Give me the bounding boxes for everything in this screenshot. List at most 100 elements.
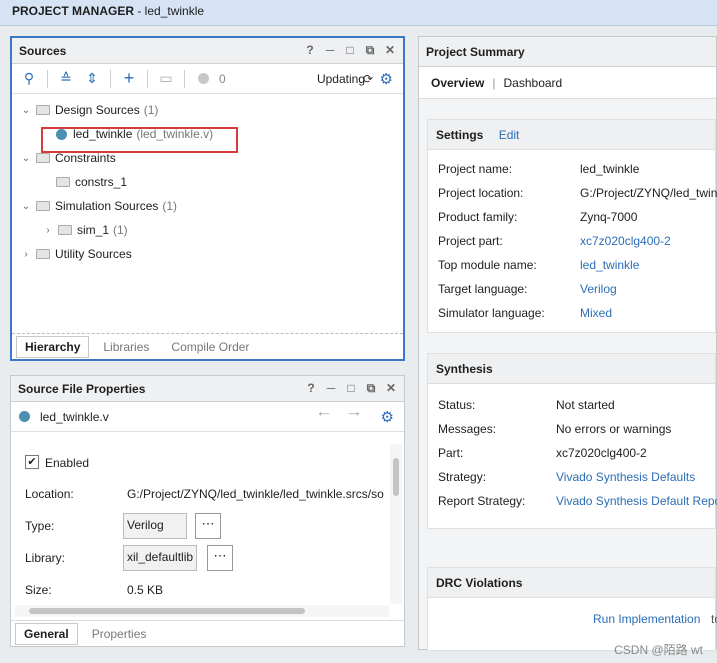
chevron-right-icon[interactable]: › (20, 249, 32, 260)
forward-arrow-icon[interactable]: 🠂 (348, 404, 360, 429)
drc-header: DRC Violations (428, 568, 715, 598)
horizontal-scrollbar-thumb[interactable] (29, 608, 305, 614)
tab-properties[interactable]: Properties (84, 624, 155, 644)
vertical-scrollbar[interactable] (390, 444, 402, 604)
synthesis-value: No errors or warnings (556, 422, 672, 436)
tree-item-count: (1) (143, 103, 159, 117)
minimize-icon[interactable]: ─ (324, 381, 338, 395)
refresh-icon[interactable]: ⟳ (363, 72, 373, 86)
sfp-header: Source File Properties ? ─ □ ⧉ ✕ (11, 376, 404, 402)
sfp-tabs: General Properties (11, 620, 404, 646)
chevron-down-icon[interactable]: ⌄ (20, 153, 32, 164)
summary-tabs: Overview | Dashboard (419, 67, 716, 99)
settings-section: Settings Edit Project name: led_twinkle … (427, 119, 717, 333)
tree-item-label: sim_1 (77, 223, 110, 237)
sources-header: Sources ? ─ □ ⧉ ✕ (12, 38, 403, 64)
settings-key: Project name: (438, 162, 513, 176)
minimize-icon[interactable]: ─ (323, 43, 337, 57)
settings-value: led_twinkle (580, 162, 640, 176)
library-field[interactable]: xil_defaultlib (123, 545, 197, 571)
tab-overview[interactable]: Overview (431, 76, 484, 90)
folder-icon (36, 249, 50, 259)
tree-item-label: constrs_1 (75, 175, 128, 189)
tab-dashboard[interactable]: Dashboard (504, 76, 563, 90)
tab-separator: | (492, 75, 496, 90)
synthesis-strategy-link[interactable]: Vivado Synthesis Defaults (556, 470, 695, 484)
window-title-bold: PROJECT MANAGER (12, 4, 135, 18)
drc-title: DRC Violations (436, 576, 523, 590)
tab-hierarchy[interactable]: Hierarchy (16, 335, 90, 358)
close-icon[interactable]: ✕ (383, 43, 397, 57)
library-browse-button[interactable]: ⋯ (207, 545, 233, 571)
synthesis-key: Strategy: (438, 470, 487, 484)
chevron-right-icon[interactable]: › (42, 225, 54, 236)
synthesis-value: xc7z020clg400-2 (556, 446, 647, 460)
restore-icon[interactable]: ⧉ (363, 43, 377, 57)
report-strategy-link[interactable]: Vivado Synthesis Default Reports (556, 494, 717, 508)
status-count: 0 (219, 71, 226, 86)
maximize-icon[interactable]: □ (344, 381, 358, 395)
restore-icon[interactable]: ⧉ (364, 381, 378, 395)
back-arrow-icon[interactable]: 🠀 (318, 404, 330, 429)
expand-all-icon[interactable]: ⇕ (81, 68, 103, 90)
tab-general[interactable]: General (15, 622, 78, 645)
folder-icon (58, 225, 72, 235)
run-implementation-link[interactable]: Run Implementation (593, 612, 700, 626)
settings-gear-icon[interactable]: ⚙ (381, 408, 394, 426)
unknown-file-icon[interactable]: ▭ (155, 68, 177, 90)
add-sources-icon[interactable]: + (118, 68, 140, 90)
tree-item-design-sources[interactable]: ⌄ Design Sources (1) (12, 98, 403, 122)
settings-header: Settings Edit (428, 120, 715, 150)
updating-label: Updating (316, 71, 365, 86)
chevron-down-icon[interactable]: ⌄ (20, 105, 32, 116)
settings-value: G:/Project/ZYNQ/led_twinkle (580, 186, 717, 200)
chevron-down-icon[interactable]: ⌄ (20, 201, 32, 212)
tree-item-constrs-1[interactable]: constrs_1 (12, 170, 403, 194)
summary-header: Project Summary (419, 37, 716, 67)
location-label: Location: (25, 487, 74, 501)
top-module-link[interactable]: led_twinkle (580, 258, 639, 272)
simulator-language-link[interactable]: Mixed (580, 306, 612, 320)
vertical-scrollbar-thumb[interactable] (393, 458, 399, 496)
synthesis-key: Part: (438, 446, 464, 460)
collapse-all-icon[interactable]: ≙ (55, 68, 77, 90)
tree-item-utility-sources[interactable]: › Utility Sources (12, 242, 403, 266)
project-part-link[interactable]: xc7z020clg400-2 (580, 234, 671, 248)
sources-toolbar: ⚲ ≙ ⇕ + ▭ 0 Updating ⟳ ⚙ (12, 64, 403, 94)
close-icon[interactable]: ✕ (384, 381, 398, 395)
enabled-checkbox[interactable]: ✔ (25, 455, 39, 469)
project-summary-panel: Project Summary Overview | Dashboard Set… (418, 36, 717, 651)
selection-highlight-box (41, 127, 238, 153)
help-icon[interactable]: ? (304, 381, 318, 395)
tab-libraries[interactable]: Libraries (95, 337, 157, 357)
tree-item-simulation-sources[interactable]: ⌄ Simulation Sources (1) (12, 194, 403, 218)
tab-compile-order[interactable]: Compile Order (163, 337, 257, 357)
maximize-icon[interactable]: □ (343, 43, 357, 57)
tree-item-label: Simulation Sources (55, 199, 159, 213)
horizontal-scrollbar[interactable] (15, 605, 389, 617)
library-label: Library: (25, 551, 66, 565)
settings-key: Product family: (438, 210, 518, 224)
settings-key: Simulator language: (438, 306, 545, 320)
type-field[interactable]: Verilog (123, 513, 187, 539)
edit-link[interactable]: Edit (499, 128, 520, 142)
folder-icon (36, 201, 50, 211)
summary-title: Project Summary (426, 44, 525, 59)
enabled-label: Enabled (45, 456, 90, 470)
window-title-bar: PROJECT MANAGER - led_twinkle (0, 0, 717, 26)
target-language-link[interactable]: Verilog (580, 282, 617, 296)
tree-item-sim-1[interactable]: › sim_1 (1) (12, 218, 403, 242)
help-icon[interactable]: ? (303, 43, 317, 57)
sources-panel: Sources ? ─ □ ⧉ ✕ ⚲ ≙ ⇕ + ▭ 0 Updating ⟳… (10, 36, 405, 361)
tree-item-label: Constraints (55, 151, 116, 165)
settings-key: Top module name: (438, 258, 537, 272)
status-dot-icon (198, 73, 209, 84)
location-value: G:/Project/ZYNQ/led_twinkle/led_twinkle.… (127, 487, 384, 501)
type-browse-button[interactable]: ⋯ (195, 513, 221, 539)
settings-key: Project part: (438, 234, 503, 248)
synthesis-key: Status: (438, 398, 476, 412)
synthesis-section: Synthesis Status: Not started Messages: … (427, 353, 717, 529)
synthesis-header: Synthesis (428, 354, 715, 384)
settings-gear-icon[interactable]: ⚙ (380, 70, 393, 88)
search-icon[interactable]: ⚲ (18, 68, 40, 90)
